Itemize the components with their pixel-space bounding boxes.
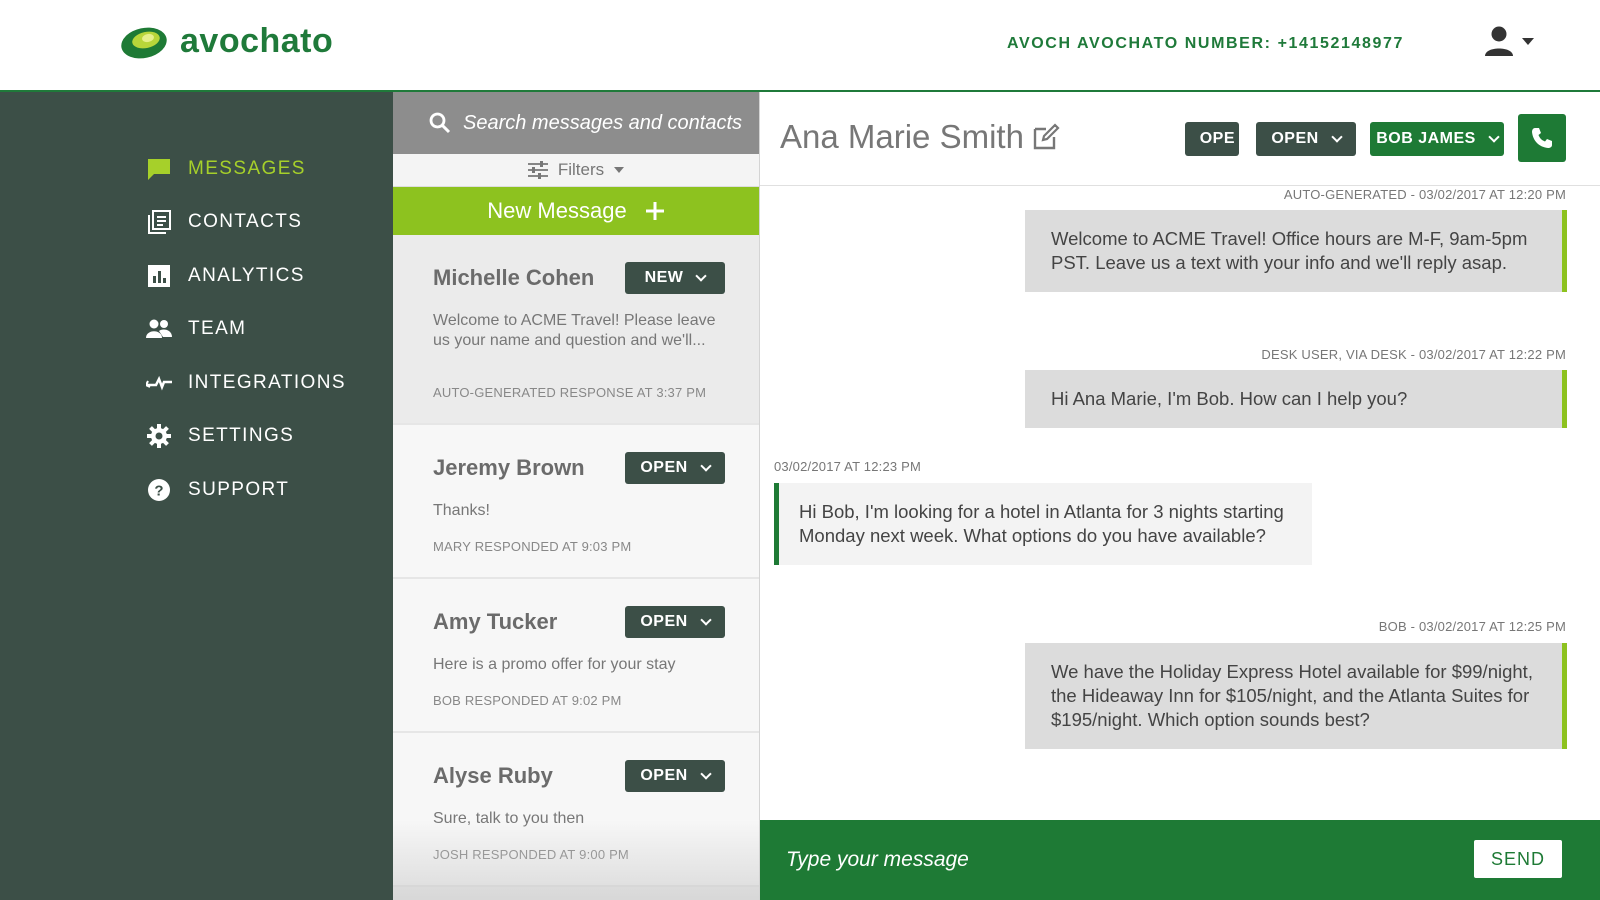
status-dropdown[interactable]: OPEN	[625, 760, 725, 792]
sidebar-item-label: MESSAGES	[188, 157, 306, 179]
send-button[interactable]: SEND	[1474, 840, 1562, 878]
help-icon: ?	[146, 477, 172, 503]
chevron-down-icon	[700, 460, 712, 472]
conversation-contact-name: Michelle Cohen	[433, 265, 595, 290]
message-composer: SEND	[760, 820, 1600, 900]
chevron-down-icon	[695, 270, 708, 282]
sidebar-item-support[interactable]: ? SUPPORT	[146, 463, 346, 517]
sidebar: MESSAGES CONTACTS ANALYTICS TEAM INTEGRA…	[0, 92, 393, 900]
search-icon	[429, 112, 451, 134]
brand-name: avochato	[180, 22, 334, 60]
chevron-down-icon	[1331, 131, 1343, 143]
truncated-status-label: OPE	[1199, 130, 1235, 147]
conversation-meta: MARY RESPONDED AT 9:03 PM	[433, 539, 632, 554]
status-label: OPEN	[640, 459, 688, 476]
search-bar[interactable]	[393, 92, 759, 154]
message-bubble-incoming: Hi Bob, I'm looking for a hotel in Atlan…	[774, 483, 1312, 565]
chevron-down-icon	[700, 614, 712, 626]
conversation-contact-name: Alyse Ruby	[433, 763, 553, 788]
conversation-meta: BOB RESPONDED AT 9:02 PM	[433, 693, 622, 708]
filters-dropdown[interactable]: Filters	[393, 154, 759, 187]
gear-icon	[146, 423, 172, 449]
contacts-icon	[146, 209, 172, 235]
new-message-button[interactable]: New Message	[393, 187, 759, 235]
sliders-icon	[527, 161, 548, 179]
sidebar-item-contacts[interactable]: CONTACTS	[146, 196, 346, 250]
sidebar-item-team[interactable]: TEAM	[146, 303, 346, 357]
message-meta: DESK USER, VIA DESK - 03/02/2017 AT 12:2…	[1261, 347, 1566, 362]
status-dropdown[interactable]: OPEN	[625, 606, 725, 638]
message-bubble-outgoing: We have the Holiday Express Hotel availa…	[1025, 643, 1567, 749]
status-label: OPEN	[640, 767, 688, 784]
assignee-dropdown[interactable]: BOB JAMES	[1370, 122, 1504, 156]
sidebar-item-label: TEAM	[188, 318, 247, 340]
assignee-label: BOB JAMES	[1376, 130, 1476, 147]
bar-chart-icon	[146, 263, 172, 289]
chat-bubble-icon	[146, 156, 172, 182]
message-bubble-outgoing: Hi Ana Marie, I'm Bob. How can I help yo…	[1025, 370, 1567, 428]
account-menu[interactable]	[1482, 24, 1534, 58]
sidebar-nav: MESSAGES CONTACTS ANALYTICS TEAM INTEGRA…	[146, 142, 346, 517]
sidebar-item-integrations[interactable]: INTEGRATIONS	[146, 356, 346, 410]
conversation-preview: Welcome to ACME Travel! Please leave us …	[433, 312, 716, 349]
message-input[interactable]	[786, 842, 1426, 878]
conversation-meta: AUTO-GENERATED RESPONSE AT 3:37 PM	[433, 385, 707, 400]
edit-icon[interactable]	[1032, 123, 1060, 151]
plus-icon	[645, 202, 664, 220]
status-label: NEW	[644, 269, 684, 286]
conversation-item[interactable]: Michelle Cohen NEW Welcome to ACME Trave…	[393, 235, 759, 425]
truncated-status-button[interactable]: OPE	[1185, 122, 1239, 156]
sidebar-item-label: ANALYTICS	[188, 264, 305, 286]
chevron-down-icon	[700, 768, 712, 780]
sidebar-item-analytics[interactable]: ANALYTICS	[146, 249, 346, 303]
phone-icon	[1532, 128, 1552, 148]
svg-text:?: ?	[154, 482, 163, 499]
message-thread: AUTO-GENERATED - 03/02/2017 AT 12:20 PM …	[760, 187, 1600, 817]
contact-name-title: Ana Marie Smith	[780, 118, 1060, 156]
conversation-contact-name: Jeremy Brown	[433, 455, 585, 480]
conversation-item[interactable]: Alyse Ruby OPEN Sure, talk to you then J…	[393, 733, 759, 887]
team-icon	[146, 316, 172, 342]
conversation-preview: Sure, talk to you then	[433, 810, 585, 827]
chevron-down-icon	[614, 167, 625, 173]
conversation-status-label: OPEN	[1271, 130, 1319, 147]
new-message-label: New Message	[487, 198, 627, 223]
conversation-list-panel: Filters New Message Michelle Cohen NEW W…	[393, 92, 760, 900]
conversation-preview: Thanks!	[433, 502, 490, 519]
chevron-down-icon	[1488, 131, 1500, 143]
integrations-icon	[146, 370, 172, 396]
sidebar-item-messages[interactable]: MESSAGES	[146, 142, 346, 196]
status-dropdown[interactable]: OPEN	[625, 452, 725, 484]
conversation-preview: Here is a promo offer for your stay	[433, 656, 676, 673]
top-header: avochato AVOCH AVOCHATO NUMBER: +1415214…	[0, 0, 1600, 92]
conversation-item[interactable]: Amy Tucker OPEN Here is a promo offer fo…	[393, 579, 759, 733]
sidebar-item-label: SETTINGS	[188, 425, 295, 447]
sidebar-item-label: INTEGRATIONS	[188, 371, 346, 393]
sidebar-item-settings[interactable]: SETTINGS	[146, 410, 346, 464]
filters-label: Filters	[557, 160, 605, 179]
message-meta: BOB - 03/02/2017 AT 12:25 PM	[1378, 619, 1566, 634]
user-icon	[1485, 26, 1513, 56]
conversation-meta: JOSH RESPONDED AT 9:00 PM	[433, 847, 629, 862]
status-label: OPEN	[640, 613, 688, 630]
account-number-label[interactable]: AVOCH AVOCHATO NUMBER: +14152148977	[1007, 35, 1404, 53]
chat-pane: Ana Marie Smith OPE OPEN BOB JAMES AUTO-…	[760, 92, 1600, 900]
brand-logo[interactable]: avochato	[120, 22, 333, 61]
search-input[interactable]	[463, 111, 753, 135]
sidebar-item-label: SUPPORT	[188, 478, 290, 500]
status-dropdown[interactable]: NEW	[625, 262, 725, 294]
conversation-status-dropdown[interactable]: OPEN	[1256, 122, 1356, 156]
sidebar-item-label: CONTACTS	[188, 211, 303, 233]
chevron-down-icon	[1522, 37, 1534, 45]
chat-header: Ana Marie Smith OPE OPEN BOB JAMES	[760, 92, 1600, 186]
avocado-logo-icon	[121, 27, 167, 58]
conversation-contact-name: Amy Tucker	[433, 609, 558, 634]
contact-name: Ana Marie Smith	[780, 118, 1024, 155]
message-meta: AUTO-GENERATED - 03/02/2017 AT 12:20 PM	[1283, 187, 1566, 202]
message-bubble-outgoing: Welcome to ACME Travel! Office hours are…	[1025, 210, 1567, 292]
message-meta: 03/02/2017 AT 12:23 PM	[774, 459, 922, 474]
conversation-item[interactable]: Jeremy Brown OPEN Thanks! MARY RESPONDED…	[393, 425, 759, 579]
call-button[interactable]	[1518, 114, 1566, 162]
